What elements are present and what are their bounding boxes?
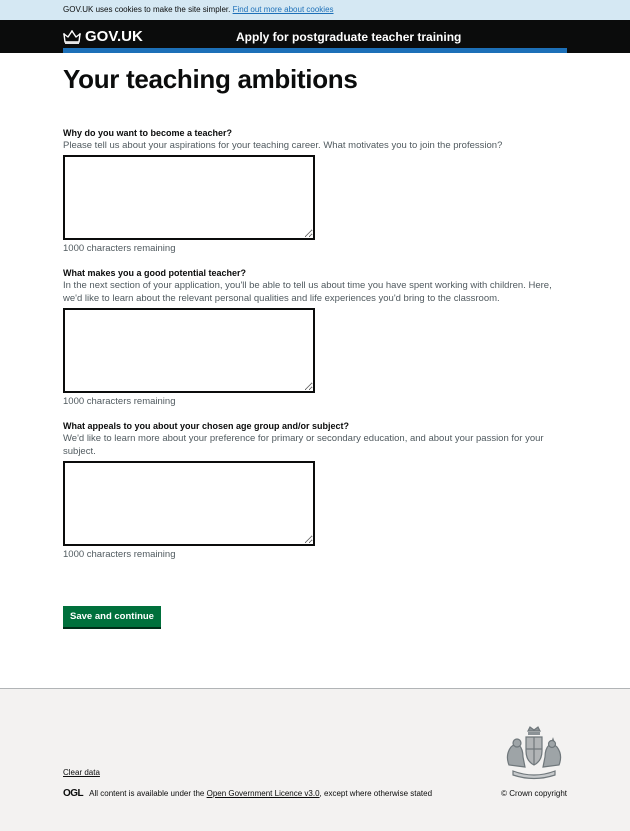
question-label: Why do you want to become a teacher? <box>63 128 233 138</box>
clear-data-link[interactable]: Clear data <box>63 768 100 777</box>
cookie-info-link[interactable]: Find out more about cookies <box>233 5 334 14</box>
age-subject-textarea[interactable] <box>63 461 315 546</box>
header-accent-bar <box>63 48 567 53</box>
royal-coat-of-arms-icon <box>506 726 562 780</box>
cookie-banner-text: GOV.UK uses cookies to make the site sim… <box>63 5 231 14</box>
site-footer: Clear data OGL All content is available … <box>0 688 630 831</box>
question-label: What makes you a good potential teacher? <box>63 268 247 278</box>
question-why-teacher: Why do you want to become a teacher? Ple… <box>63 127 573 255</box>
question-hint: Please tell us about your aspirations fo… <box>63 140 503 151</box>
question-age-subject: What appeals to you about your chosen ag… <box>63 420 573 561</box>
question-hint: In the next section of your application,… <box>63 280 552 304</box>
licence-row: OGL All content is available under the O… <box>63 788 432 799</box>
licence-suffix: , except where otherwise stated <box>319 789 433 798</box>
licence-text: All content is available under the Open … <box>89 789 432 798</box>
service-name[interactable]: Apply for postgraduate teacher training <box>236 30 461 44</box>
licence-prefix: All content is available under the <box>89 789 205 798</box>
page-title: Your teaching ambitions <box>63 64 358 94</box>
licence-link[interactable]: Open Government Licence v3.0 <box>207 789 320 798</box>
character-count: 1000 characters remaining <box>63 549 176 560</box>
cookie-banner: GOV.UK uses cookies to make the site sim… <box>0 0 630 20</box>
save-and-continue-button[interactable]: Save and continue <box>63 606 161 627</box>
character-count: 1000 characters remaining <box>63 243 176 254</box>
ogl-logo-icon: OGL <box>63 788 84 799</box>
question-label: What appeals to you about your chosen ag… <box>63 421 350 431</box>
crown-icon <box>63 29 81 44</box>
question-hint: We'd like to learn more about your prefe… <box>63 433 544 457</box>
character-count: 1000 characters remaining <box>63 396 176 407</box>
govuk-logo[interactable]: GOV.UK <box>63 28 143 45</box>
why-teacher-textarea[interactable] <box>63 155 315 240</box>
govuk-logo-text: GOV.UK <box>85 28 143 45</box>
good-teacher-textarea[interactable] <box>63 308 315 393</box>
question-good-teacher: What makes you a good potential teacher?… <box>63 267 573 408</box>
crown-copyright: © Crown copyright <box>501 789 567 798</box>
